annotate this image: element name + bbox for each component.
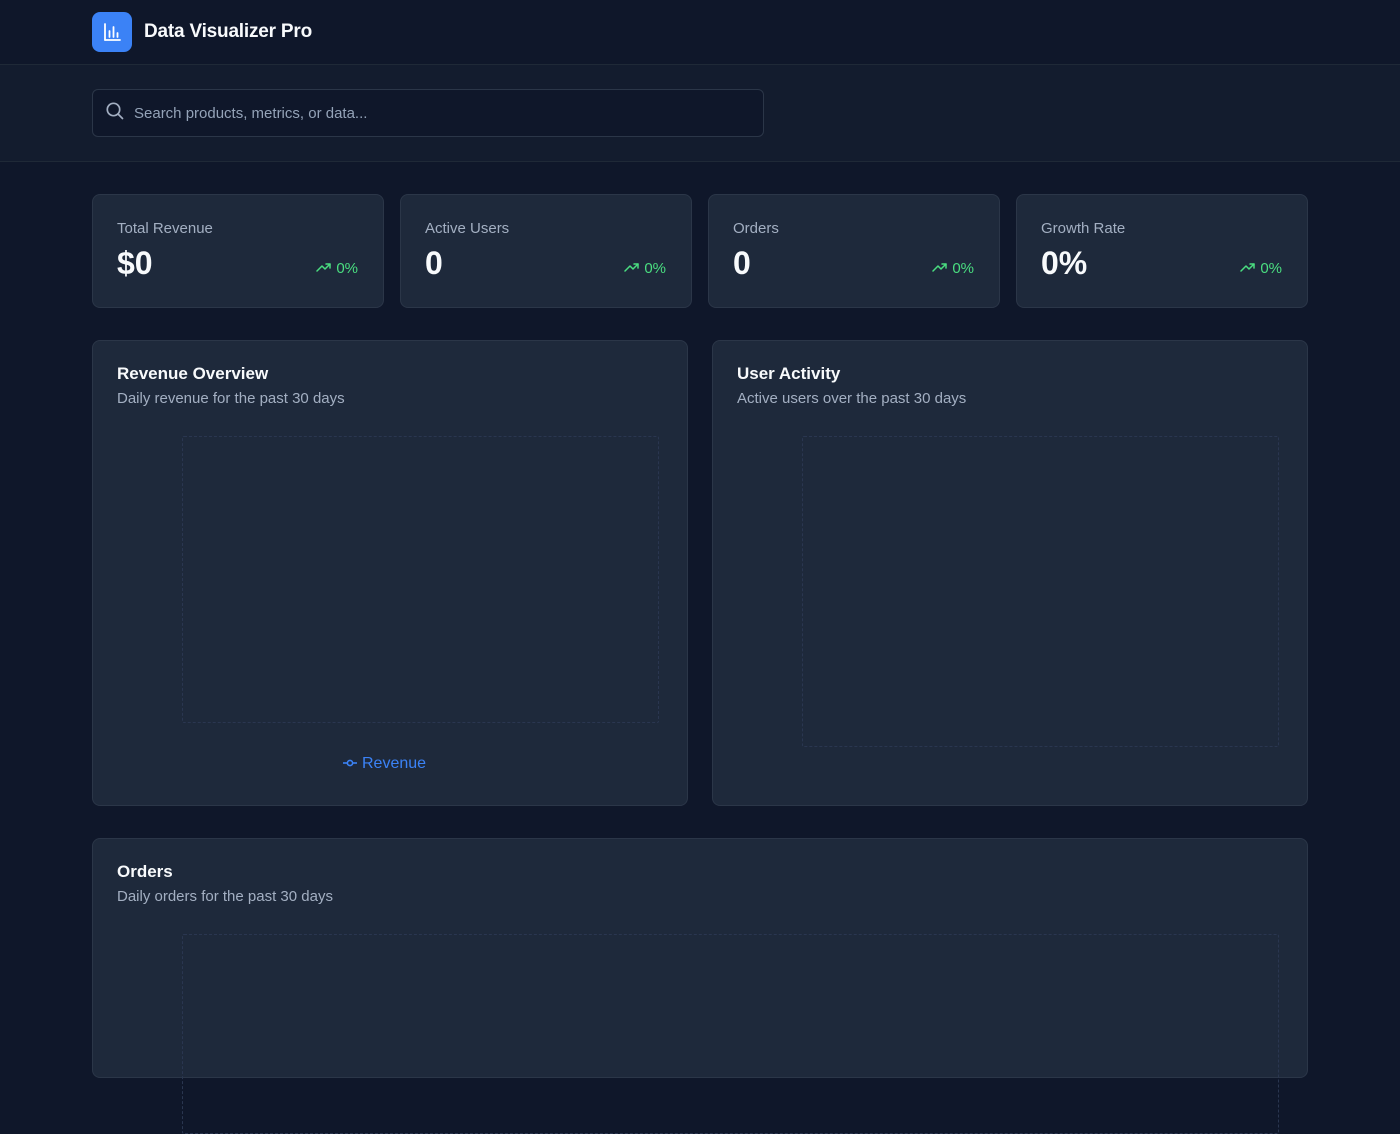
stat-change-value: 0% (644, 260, 666, 277)
stat-change: 0% (624, 260, 666, 277)
orders-panel: Orders Daily orders for the past 30 days (92, 838, 1308, 1134)
top-bar: Data Visualizer Pro (0, 0, 1400, 65)
stat-label: Growth Rate (1041, 220, 1126, 237)
panel-subtitle: Daily revenue for the past 30 days (117, 390, 345, 407)
app-title: Data Visualizer Pro (144, 21, 312, 42)
orders-chart-area (182, 934, 1279, 1134)
search-box[interactable] (92, 89, 764, 137)
revenue-overview-panel: Revenue Overview Daily revenue for the p… (92, 340, 688, 806)
stat-card-orders: Orders 0 0% (708, 194, 1000, 308)
stat-change-value: 0% (336, 260, 358, 277)
stats-row: Total Revenue $0 0% Active Users 0 0% Or… (92, 194, 1308, 308)
panel-subtitle: Daily orders for the past 30 days (117, 888, 333, 905)
stat-card-total-revenue: Total Revenue $0 0% (92, 194, 384, 308)
panel-subtitle: Active users over the past 30 days (737, 390, 967, 407)
stat-change: 0% (932, 260, 974, 277)
search-band (0, 65, 1400, 162)
chart-legend-item[interactable]: Revenue (343, 755, 426, 773)
trending-up-icon (624, 260, 640, 277)
panel-title: User Activity (737, 364, 841, 383)
panel-title: Revenue Overview (117, 364, 269, 383)
stat-label: Orders (733, 220, 779, 237)
trending-up-icon (1240, 260, 1256, 277)
stat-card-active-users: Active Users 0 0% (400, 194, 692, 308)
search-icon (105, 101, 125, 126)
stat-change-value: 0% (952, 260, 974, 277)
user-activity-panel: User Activity Active users over the past… (712, 340, 1308, 806)
bar-chart-icon (92, 12, 132, 52)
revenue-chart-area (182, 436, 659, 723)
trending-up-icon (316, 260, 332, 277)
stat-label: Total Revenue (117, 220, 213, 237)
stat-change: 0% (316, 260, 358, 277)
user-activity-chart-area (802, 436, 1279, 747)
stat-change: 0% (1240, 260, 1282, 277)
stat-card-growth-rate: Growth Rate 0% 0% (1016, 194, 1308, 308)
trending-up-icon (932, 260, 948, 277)
stat-label: Active Users (425, 220, 510, 237)
search-input[interactable] (134, 104, 763, 122)
stat-change-value: 0% (1260, 260, 1282, 277)
line-marker-icon (343, 755, 357, 773)
panel-title: Orders (117, 862, 173, 881)
legend-label: Revenue (362, 755, 427, 772)
